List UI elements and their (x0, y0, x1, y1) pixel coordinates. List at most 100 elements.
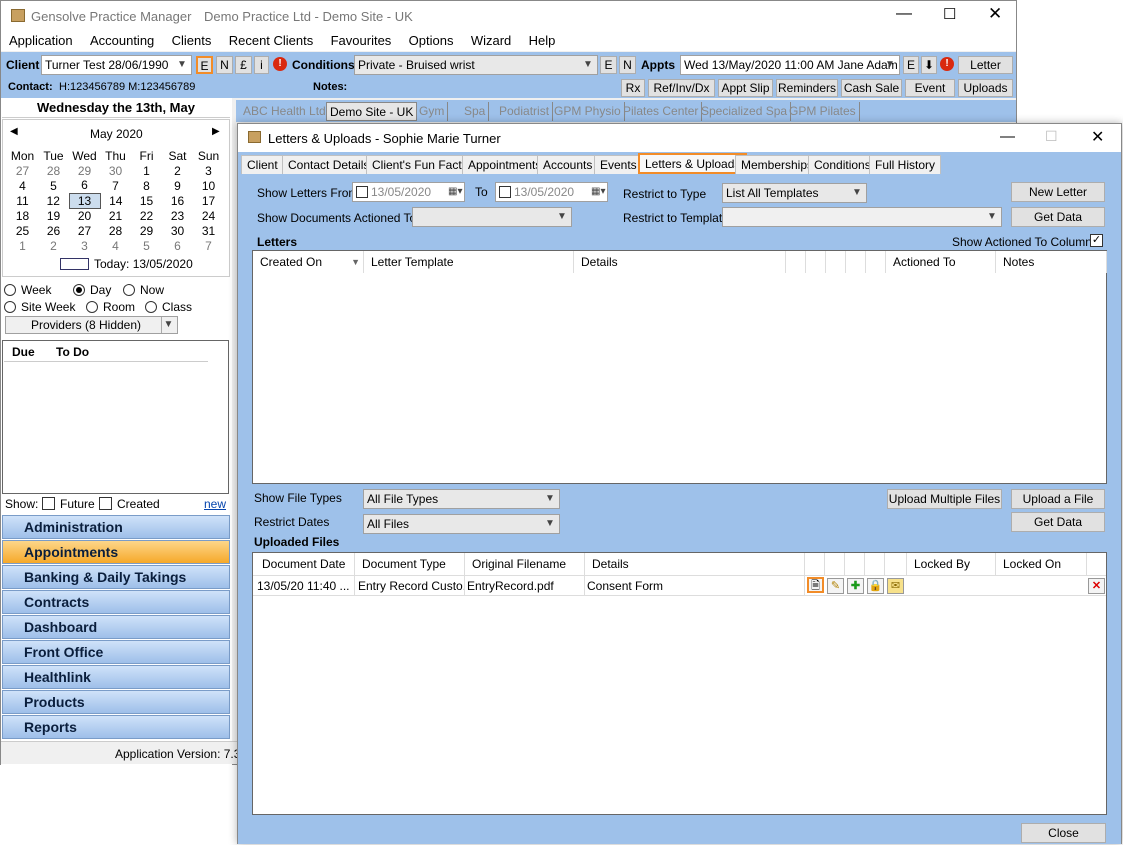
nav-appointments[interactable]: Appointments (2, 540, 230, 564)
calendar-day[interactable]: 28 (100, 223, 131, 238)
providers-select[interactable]: Providers (8 Hidden) ▼ (5, 316, 178, 334)
menu-application[interactable]: Application (9, 33, 73, 48)
to-date-picker[interactable]: 13/05/2020 ▦▾ (495, 182, 608, 202)
get-data-button-2[interactable]: Get Data (1011, 512, 1105, 532)
new-letter-button[interactable]: New Letter (1011, 182, 1105, 202)
show-actioned-checkbox[interactable]: ✓ (1090, 234, 1103, 247)
col-details[interactable]: Details (574, 251, 786, 273)
calendar-day[interactable]: 15 (131, 193, 162, 208)
tab-contact-details[interactable]: Contact Details (282, 155, 376, 174)
calendar-day[interactable]: 18 (7, 208, 38, 223)
dialog-minimize-icon[interactable]: — (1000, 128, 1015, 145)
lock-icon[interactable]: 🔒 (867, 578, 884, 594)
restrict-dates-select[interactable]: All Files ▼ (363, 514, 560, 534)
conditions-select[interactable]: Private - Bruised wrist ▼ (354, 55, 598, 75)
from-date-picker[interactable]: 13/05/2020 ▦▾ (352, 182, 465, 202)
created-checkbox[interactable]: Created (99, 497, 160, 511)
col-locked-on[interactable]: Locked On (996, 553, 1087, 575)
tab-memberships[interactable]: Memberships (735, 155, 820, 174)
calendar-day[interactable]: 5 (131, 238, 162, 253)
menu-accounting[interactable]: Accounting (90, 33, 154, 48)
calendar-day[interactable]: 2 (162, 163, 193, 178)
calendar-day[interactable]: 4 (7, 178, 38, 193)
client-new-button[interactable]: N (216, 56, 233, 74)
tab-client[interactable]: Client (241, 155, 284, 174)
calendar-day-selected[interactable]: 13 (68, 192, 101, 209)
edit-pencil-icon[interactable]: ✎ (827, 578, 844, 594)
menu-wizard[interactable]: Wizard (471, 33, 511, 48)
minimize-icon[interactable]: — (896, 5, 912, 23)
nav-reports[interactable]: Reports (2, 715, 230, 739)
dialog-maximize-icon[interactable]: ☐ (1045, 128, 1058, 145)
calendar-day[interactable]: 27 (69, 223, 100, 238)
condition-new-button[interactable]: N (619, 56, 636, 74)
reminders-button[interactable]: Reminders (776, 79, 838, 97)
dialog-close-icon[interactable]: ✕ (1091, 127, 1104, 147)
col-document-date[interactable]: Document Date (253, 553, 355, 575)
site-tab-active[interactable]: Demo Site - UK (326, 102, 418, 121)
file-types-select[interactable]: All File Types ▼ (363, 489, 560, 509)
nav-administration[interactable]: Administration (2, 515, 230, 539)
tab-accounts[interactable]: Accounts (537, 155, 599, 174)
cash-sale-button[interactable]: Cash Sale (841, 79, 902, 97)
close-button[interactable]: Close (1021, 823, 1106, 843)
prev-month-icon[interactable]: ◀ (10, 126, 18, 137)
appt-edit-button[interactable]: E (903, 56, 919, 74)
site-tab[interactable]: Podiatrist (496, 102, 554, 121)
calendar-day[interactable]: 17 (193, 193, 224, 208)
calendar-day[interactable]: 5 (38, 178, 69, 193)
calendar-day[interactable]: 29 (131, 223, 162, 238)
calendar-day[interactable]: 3 (69, 238, 100, 253)
client-pound-button[interactable]: £ (235, 56, 252, 74)
site-tab[interactable]: ABC Health Ltd. (240, 102, 334, 121)
ref-inv-dx-button[interactable]: Ref/Inv/Dx (648, 79, 715, 97)
tab-fun-facts[interactable]: Client's Fun Facts (366, 155, 474, 174)
col-notes[interactable]: Notes (996, 251, 1107, 273)
col-created-on[interactable]: Created On ▼ (253, 251, 364, 273)
menu-help[interactable]: Help (529, 33, 556, 48)
view-now-radio[interactable]: Now (123, 283, 164, 297)
client-edit-button[interactable]: E (196, 56, 213, 74)
calendar-day[interactable]: 9 (162, 178, 193, 193)
upload-file-button[interactable]: Upload a File (1011, 489, 1105, 509)
calendar-day[interactable]: 30 (162, 223, 193, 238)
calendar-day[interactable]: 19 (38, 208, 69, 223)
next-month-icon[interactable]: ▶ (212, 126, 220, 137)
appt-alert-icon[interactable]: ! (940, 57, 954, 71)
calendar-day[interactable]: 6 (69, 178, 100, 193)
calendar-day[interactable]: 8 (131, 178, 162, 193)
calendar-day[interactable]: 16 (162, 193, 193, 208)
rx-button[interactable]: Rx (621, 79, 645, 97)
close-icon[interactable]: ✕ (988, 4, 1002, 24)
site-tab[interactable]: Pilates Center (620, 102, 703, 121)
site-tab[interactable]: Gym (416, 102, 449, 121)
nav-products[interactable]: Products (2, 690, 230, 714)
download-icon[interactable]: ⬇ (921, 56, 937, 74)
email-icon[interactable]: ✉ (887, 578, 904, 594)
calendar-day[interactable]: 3 (193, 163, 224, 178)
menu-favourites[interactable]: Favourites (331, 33, 392, 48)
docs-actioned-select[interactable]: ▼ (412, 207, 572, 227)
calendar-day[interactable]: 2 (38, 238, 69, 253)
calendar-day[interactable]: 27 (7, 163, 38, 178)
calendar-day[interactable]: 1 (131, 163, 162, 178)
calendar-day[interactable]: 23 (162, 208, 193, 223)
tab-letters-uploads[interactable]: Letters & Uploads (638, 153, 748, 174)
menu-options[interactable]: Options (409, 33, 454, 48)
calendar-day[interactable]: 11 (7, 193, 38, 208)
view-room-radio[interactable]: Room (86, 300, 135, 314)
col-details[interactable]: Details (585, 553, 805, 575)
add-plus-icon[interactable]: ✚ (847, 578, 864, 594)
letter-button[interactable]: Letter (958, 56, 1013, 74)
menu-clients[interactable]: Clients (172, 33, 212, 48)
nav-contracts[interactable]: Contracts (2, 590, 230, 614)
calendar-day[interactable]: 1 (7, 238, 38, 253)
view-document-icon[interactable]: 🗎 (807, 577, 824, 593)
calendar-day[interactable]: 26 (38, 223, 69, 238)
nav-healthlink[interactable]: Healthlink (2, 665, 230, 689)
calendar-day[interactable]: 21 (100, 208, 131, 223)
col-original-filename[interactable]: Original Filename (465, 553, 585, 575)
col-letter-template[interactable]: Letter Template (364, 251, 574, 273)
calendar-day[interactable]: 30 (100, 163, 131, 178)
nav-dashboard[interactable]: Dashboard (2, 615, 230, 639)
